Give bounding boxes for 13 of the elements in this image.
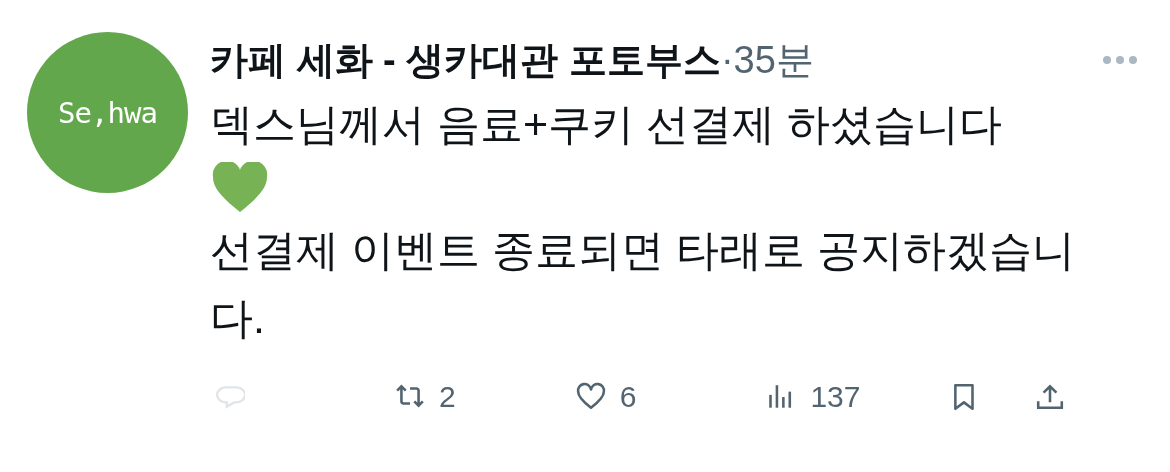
share-button[interactable] (1035, 382, 1066, 412)
repost-button[interactable]: 2 (395, 380, 456, 414)
heart-emoji-icon (212, 162, 268, 214)
heart-icon (575, 382, 606, 412)
post-time[interactable]: 35분 (733, 34, 814, 86)
share-icon (1035, 382, 1066, 412)
like-button[interactable]: 6 (575, 380, 637, 414)
separator: · (720, 38, 734, 82)
views-button[interactable]: 137 (766, 380, 861, 414)
author-name[interactable]: 카페 세화 - 생카대관 포토부스 (210, 34, 721, 86)
post-text: 선결제 이벤트 종료되면 타래로 공지하겠습니다. (210, 225, 1076, 344)
post-text: 덱스님께서 음료+쿠키 선결제 하셨습니다 (210, 99, 1003, 150)
avatar-text: Se,hwa (58, 95, 157, 130)
